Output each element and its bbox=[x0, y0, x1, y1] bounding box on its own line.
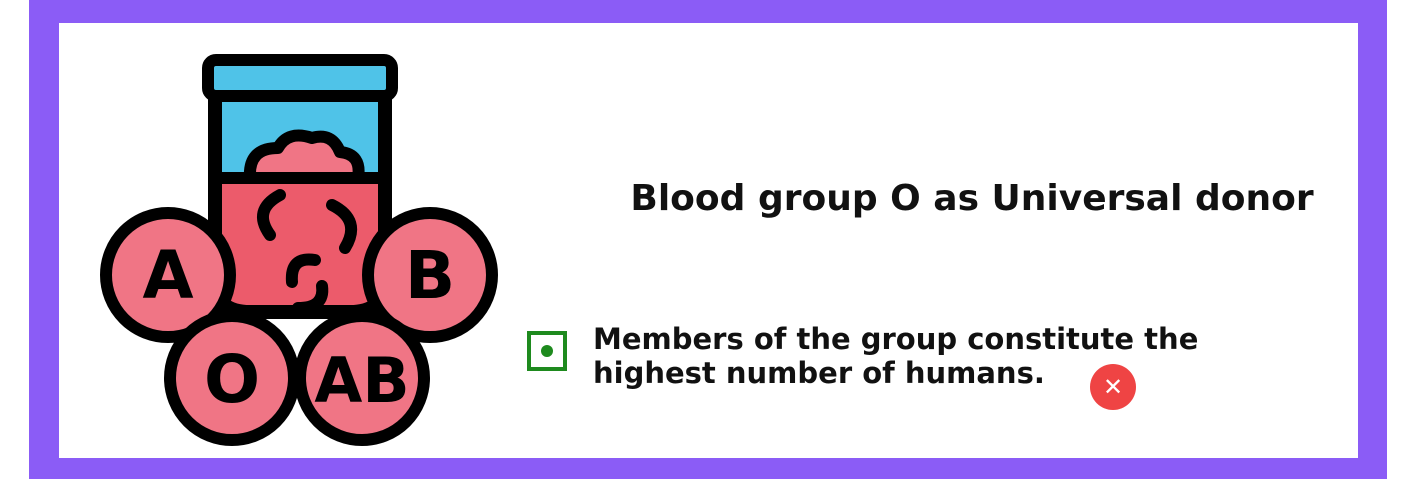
wrong-x-icon: ✕ bbox=[1090, 364, 1136, 410]
label-ab: AB bbox=[314, 344, 409, 417]
option-text-line1: Members of the group constitute the bbox=[593, 322, 1199, 356]
question-title: Blood group O as Universal donor bbox=[630, 178, 1314, 219]
label-o: O bbox=[204, 341, 260, 418]
blood-cell-ab: AB bbox=[294, 310, 430, 446]
option-text[interactable]: Members of the group constitute the high… bbox=[593, 322, 1293, 390]
label-a: A bbox=[142, 237, 193, 314]
blood-test-tube-icon: A B O AB bbox=[100, 54, 498, 446]
option-text-line2: highest number of humans. bbox=[593, 356, 1045, 390]
label-b: B bbox=[405, 237, 455, 314]
option-checkbox[interactable] bbox=[527, 331, 567, 371]
selected-dot-icon bbox=[541, 345, 553, 357]
blood-cell-o: O bbox=[164, 310, 300, 446]
